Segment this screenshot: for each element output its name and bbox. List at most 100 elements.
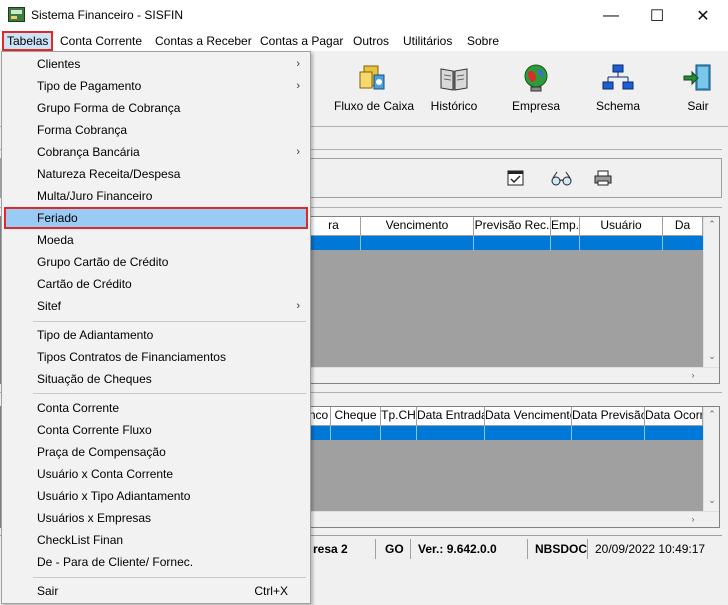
calendar-check-icon[interactable] <box>506 169 526 187</box>
toolbar-label: Sair <box>687 99 709 113</box>
scroll-right-icon[interactable]: › <box>685 370 701 380</box>
tabelas-dropdown-menu: Clientes › Tipo de Pagamento › Grupo Forma… <box>1 51 311 604</box>
menu-item-usuario-x-conta-corrente[interactable]: Usuário x Conta Corrente <box>4 463 308 485</box>
menu-separator <box>33 321 306 322</box>
menu-item-praca-de-compensacao[interactable]: Praça de Compensação <box>4 441 308 463</box>
menu-item-checklist-finan[interactable]: CheckList Finan <box>4 529 308 551</box>
menu-item-label: Sair <box>37 584 59 598</box>
menu-item-label: Forma Cobrança <box>37 123 128 137</box>
menu-item-situacao-de-cheques[interactable]: Situação de Cheques <box>4 368 308 390</box>
scroll-down-icon[interactable]: ⌄ <box>704 351 720 362</box>
menu-item-cartao-de-credito[interactable]: Cartão de Crédito <box>4 273 308 295</box>
vertical-scrollbar[interactable]: ⌃ ⌄ <box>703 217 719 367</box>
status-schema: NBSDOC <box>535 542 588 556</box>
submenu-arrow-icon: › <box>296 146 300 158</box>
menu-item-tipos-contratos-de-financiamentos[interactable]: Tipos Contratos de Financiamentos <box>4 346 308 368</box>
maximize-icon: ☐ <box>649 7 665 25</box>
close-button[interactable]: ✕ <box>680 0 726 31</box>
menu-item-cobranca-bancaria[interactable]: Cobrança Bancária › <box>4 141 308 163</box>
column-header[interactable]: Da <box>663 217 703 235</box>
menu-item-usuario-x-tipo-adiantamento[interactable]: Usuário x Tipo Adiantamento <box>4 485 308 507</box>
menu-item-label: Feriado <box>37 211 78 225</box>
column-header[interactable]: Data Vencimento <box>485 407 572 425</box>
menu-item-label: De - Para de Cliente/ Fornec. <box>37 555 194 569</box>
column-header[interactable]: Data Ocorrê <box>645 407 703 425</box>
maximize-button[interactable]: ☐ <box>634 0 680 31</box>
menu-item-de-para-cliente-fornec[interactable]: De - Para de Cliente/ Fornec. <box>4 551 308 573</box>
menu-bar: Tabelas Conta Corrente Contas a Receber … <box>0 31 728 51</box>
shortcut-label: Ctrl+X <box>254 584 288 598</box>
menu-separator <box>33 393 306 394</box>
menu-item-forma-cobranca[interactable]: Forma Cobrança <box>4 119 308 141</box>
menu-conta-corrente[interactable]: Conta Corrente <box>56 31 146 51</box>
glasses-icon[interactable] <box>551 169 572 187</box>
menu-item-label: Praça de Compensação <box>37 445 166 459</box>
toolbar-fluxo-de-caixa[interactable]: Fluxo de Caixa <box>334 59 415 121</box>
close-icon: ✕ <box>696 7 710 25</box>
menu-item-label: Grupo Cartão de Crédito <box>37 255 169 269</box>
scroll-up-icon[interactable]: ⌃ <box>704 409 720 420</box>
minimize-button[interactable]: — <box>588 0 634 31</box>
toolbar-label: Fluxo de Caixa <box>334 99 415 113</box>
scroll-down-icon[interactable]: ⌄ <box>704 495 720 506</box>
menu-item-tipo-de-adiantamento[interactable]: Tipo de Adiantamento <box>4 324 308 346</box>
menu-item-conta-corrente-fluxo[interactable]: Conta Corrente Fluxo <box>4 419 308 441</box>
column-header[interactable]: Data Entrada <box>417 407 485 425</box>
column-header[interactable]: Emp. <box>551 217 580 235</box>
menu-sobre[interactable]: Sobre <box>463 31 503 51</box>
menu-item-clientes[interactable]: Clientes › <box>4 53 308 75</box>
menu-contas-a-receber[interactable]: Contas a Receber <box>151 31 256 51</box>
vertical-scrollbar[interactable]: ⌃ ⌄ <box>703 407 719 511</box>
menu-item-label: Natureza Receita/Despesa <box>37 167 181 181</box>
column-header[interactable]: ra <box>307 217 361 235</box>
column-header[interactable]: Usuário <box>580 217 663 235</box>
menu-item-label: Conta Corrente Fluxo <box>37 423 152 437</box>
menu-item-usuarios-x-empresas[interactable]: Usuários x Empresas <box>4 507 308 529</box>
menu-item-conta-corrente[interactable]: Conta Corrente <box>4 397 308 419</box>
menu-item-tipo-de-pagamento[interactable]: Tipo de Pagamento › <box>4 75 308 97</box>
menu-item-label: Conta Corrente <box>37 401 120 415</box>
toolbar-historico[interactable]: Histórico <box>428 59 480 121</box>
menu-item-sitef[interactable]: Sitef › <box>4 295 308 317</box>
scroll-right-icon[interactable]: › <box>685 514 701 524</box>
menu-item-natureza-receita-despesa[interactable]: Natureza Receita/Despesa <box>4 163 308 185</box>
menu-tabelas[interactable]: Tabelas <box>2 31 54 51</box>
column-header[interactable]: Tp.CH <box>381 407 417 425</box>
cash-flow-icon <box>356 63 388 93</box>
toolbar-empresa[interactable]: Empresa <box>510 59 562 121</box>
menu-item-label: Cobrança Bancária <box>37 145 140 159</box>
menu-item-feriado[interactable]: Feriado <box>4 207 308 229</box>
title-bar: Sistema Financeiro - SISFIN — ☐ ✕ <box>0 0 728 31</box>
printer-icon[interactable] <box>593 169 613 187</box>
toolbar-label: Empresa <box>511 99 561 113</box>
menu-item-moeda[interactable]: Moeda <box>4 229 308 251</box>
toolbar-label: Schema <box>595 99 641 113</box>
status-datetime: 20/09/2022 10:49:17 <box>595 542 706 556</box>
cell-divider <box>360 236 361 250</box>
menu-item-label: Usuário x Conta Corrente <box>37 467 174 481</box>
cell-divider <box>380 426 381 440</box>
menu-item-label: Moeda <box>37 233 74 247</box>
menu-contas-a-pagar[interactable]: Contas a Pagar <box>256 31 347 51</box>
toolbar-schema[interactable]: Schema <box>592 59 644 121</box>
menu-item-grupo-forma-de-cobranca[interactable]: Grupo Forma de Cobrança <box>4 97 308 119</box>
menu-item-sair[interactable]: Sair Ctrl+X <box>4 580 308 602</box>
status-divider <box>527 539 528 559</box>
column-header[interactable]: Cheque <box>331 407 381 425</box>
scroll-up-icon[interactable]: ⌃ <box>704 219 720 230</box>
status-uf: GO <box>385 542 404 556</box>
menu-outros[interactable]: Outros <box>349 31 393 51</box>
menu-item-grupo-cartao-de-credito[interactable]: Grupo Cartão de Crédito <box>4 251 308 273</box>
menu-item-label: Grupo Forma de Cobrança <box>37 101 181 115</box>
column-header[interactable]: Vencimento <box>361 217 474 235</box>
cell-divider <box>550 236 551 250</box>
toolbar-sair[interactable]: Sair <box>676 59 720 121</box>
column-header[interactable]: Data Previsão <box>572 407 645 425</box>
minimize-icon: — <box>603 6 619 24</box>
menu-utilitarios[interactable]: Utilitários <box>399 31 456 51</box>
exit-icon <box>682 63 714 93</box>
menu-item-label: Sitef <box>37 299 62 313</box>
toolbar-label: Histórico <box>430 99 478 113</box>
column-header[interactable]: Previsão Rec. <box>474 217 551 235</box>
menu-item-multa-juro-financeiro[interactable]: Multa/Juro Financeiro <box>4 185 308 207</box>
